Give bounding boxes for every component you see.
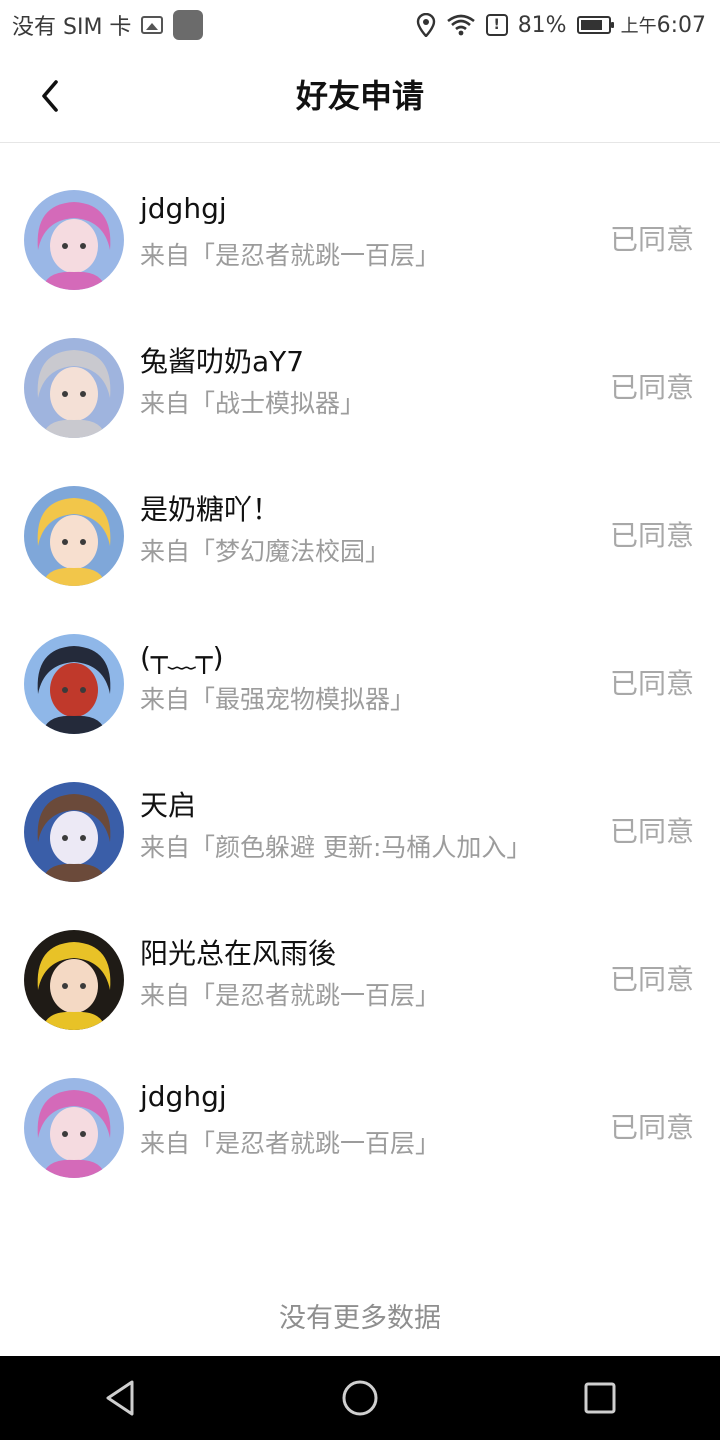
accepted-status: 已同意 xyxy=(609,667,694,700)
wifi-icon xyxy=(446,14,475,36)
nav-back-button[interactable] xyxy=(78,1356,162,1440)
accepted-status: 已同意 xyxy=(609,963,694,996)
clock: 6:07 xyxy=(656,13,706,38)
friend-request-item[interactable]: jdghgj 来自「是忍者就跳一百层」 已同意 xyxy=(0,1054,720,1202)
requester-name: 阳光总在风雨後 xyxy=(140,937,337,970)
requester-name: jdghgj xyxy=(140,192,227,225)
alert-icon: ! xyxy=(485,14,508,36)
friend-request-item[interactable]: (┬﹏┬) 来自「最强宠物模拟器」 已同意 xyxy=(0,610,720,758)
avatar[interactable] xyxy=(24,1078,124,1178)
accepted-status: 已同意 xyxy=(609,223,694,256)
location-icon xyxy=(416,13,435,37)
status-bar: 没有 SIM 卡 ! 81% 上午6:07 xyxy=(0,0,720,50)
avatar[interactable] xyxy=(24,930,124,1030)
avatar[interactable] xyxy=(24,338,124,438)
battery-icon xyxy=(576,16,614,34)
friend-request-item[interactable]: 兔酱叻奶aY7 来自「战士模拟器」 已同意 xyxy=(0,314,720,462)
friend-request-item[interactable]: 阳光总在风雨後来自「是忍者就跳一百层」已同意 xyxy=(0,142,720,166)
back-triangle-icon xyxy=(106,1380,134,1416)
requester-name: 是奶糖吖！ xyxy=(140,493,281,526)
carrier-text: 没有 SIM 卡 xyxy=(12,15,132,40)
battery-percent: 81% xyxy=(517,12,567,38)
accepted-status: 已同意 xyxy=(609,1111,694,1144)
avatar[interactable] xyxy=(24,486,124,586)
friend-request-item[interactable]: 阳光总在风雨後来自「是忍者就跳一百层」 已同意 xyxy=(0,906,720,1054)
accepted-status: 已同意 xyxy=(609,371,694,404)
request-source: 来自「最强宠物模拟器」 xyxy=(140,685,416,714)
requester-name: 天启 xyxy=(140,789,197,822)
avatar[interactable] xyxy=(24,782,124,882)
home-circle-icon xyxy=(342,1380,378,1416)
accepted-status: 已同意 xyxy=(609,519,694,552)
request-source: 来自「是忍者就跳一百层」 xyxy=(140,241,441,270)
time-prefix: 上午 xyxy=(620,16,657,37)
request-source: 来自「颜色躲避 更新:马桶人加入」 xyxy=(140,833,532,862)
no-more-data-text: 没有更多数据 xyxy=(279,1303,441,1334)
friend-request-item[interactable]: jdghgj 来自「是忍者就跳一百层」 已同意 xyxy=(0,166,720,314)
avatar[interactable] xyxy=(24,634,124,734)
nav-recents-button[interactable] xyxy=(558,1356,642,1440)
app-header: 好友申请 xyxy=(0,50,720,143)
page-title: 好友申请 xyxy=(295,77,424,115)
requester-name: 兔酱叻奶aY7 xyxy=(140,345,305,378)
app-icon xyxy=(173,10,204,40)
friend-request-item[interactable]: 是奶糖吖！ 来自「梦幻魔法校园」 已同意 xyxy=(0,462,720,610)
request-source: 来自「是忍者就跳一百层」 xyxy=(140,1129,441,1158)
friend-request-item[interactable]: 天启来自「颜色躲避 更新:马桶人加入」 已同意 xyxy=(0,758,720,906)
system-nav-bar xyxy=(0,1356,720,1440)
request-source: 来自「梦幻魔法校园」 xyxy=(140,537,391,566)
avatar[interactable] xyxy=(24,190,124,290)
request-source: 来自「是忍者就跳一百层」 xyxy=(140,981,441,1010)
accepted-status: 已同意 xyxy=(609,815,694,848)
nav-home-button[interactable] xyxy=(318,1356,402,1440)
recents-square-icon xyxy=(584,1382,616,1414)
request-source: 来自「战士模拟器」 xyxy=(140,389,366,418)
friend-request-list[interactable]: 阳光总在风雨後来自「是忍者就跳一百层」已同意jdghgj来自「是忍者就跳一百层」… xyxy=(0,142,720,1356)
requester-name: (┬﹏┬) xyxy=(140,641,224,674)
requester-name: jdghgj xyxy=(140,1080,227,1113)
image-icon xyxy=(141,16,164,34)
